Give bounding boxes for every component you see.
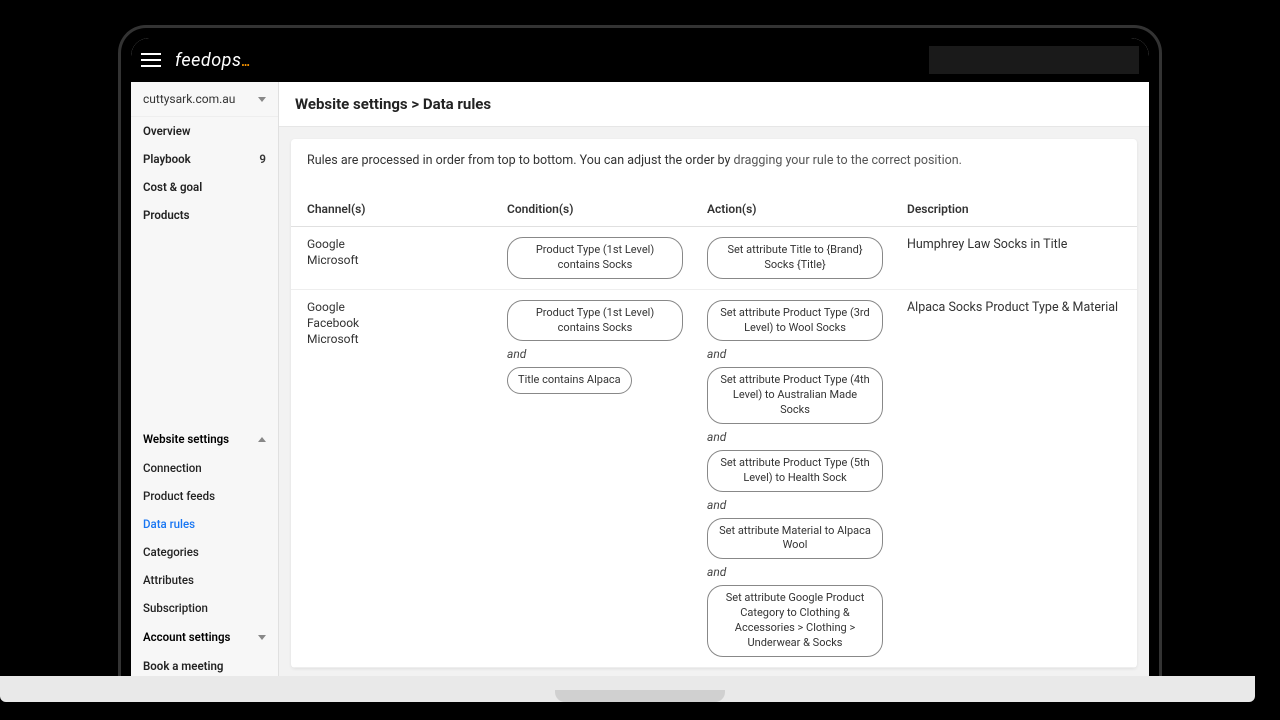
col-actions: Action(s) [707, 202, 907, 216]
topbar: feedops... [131, 38, 1149, 82]
page-title: Website settings > Data rules [295, 95, 1133, 113]
sidebar-item-attributes[interactable]: Attributes [131, 566, 278, 594]
action-chip[interactable]: Set attribute Product Type (4th Level) t… [707, 367, 883, 424]
hamburger-menu-icon[interactable] [141, 53, 161, 67]
table-row[interactable]: Google Microsoft Product Type (1st Level… [291, 227, 1137, 290]
description-cell: Humphrey Law Socks in Title [907, 237, 1137, 252]
conditions-cell: Product Type (1st Level) contains Socks … [507, 300, 707, 395]
conditions-cell: Product Type (1st Level) contains Socks [507, 237, 707, 279]
sidebar-item-playbook[interactable]: Playbook 9 [131, 145, 278, 173]
chevron-down-icon [258, 635, 266, 640]
site-selector[interactable]: cuttysark.com.au [131, 82, 278, 117]
condition-chip[interactable]: Product Type (1st Level) contains Socks [507, 300, 683, 342]
device-notch [555, 690, 725, 702]
actions-cell: Set attribute Product Type (3rd Level) t… [707, 300, 907, 657]
actions-cell: Set attribute Title to {Brand} Socks {Ti… [707, 237, 907, 279]
sidebar-item-connection[interactable]: Connection [131, 454, 278, 482]
playbook-badge: 9 [259, 152, 266, 166]
sidebar-item-overview[interactable]: Overview [131, 117, 278, 145]
rules-card: Rules are processed in order from top to… [291, 139, 1137, 668]
sidebar-item-cost-goal[interactable]: Cost & goal [131, 173, 278, 201]
chevron-up-icon [258, 437, 266, 442]
sidebar-item-products[interactable]: Products [131, 201, 278, 229]
page-header: Website settings > Data rules [279, 82, 1149, 127]
sidebar-item-subscription[interactable]: Subscription [131, 594, 278, 622]
action-chip[interactable]: Set attribute Google Product Category to… [707, 585, 883, 656]
action-chip[interactable]: Set attribute Product Type (3rd Level) t… [707, 300, 883, 342]
and-text: and [707, 565, 897, 579]
and-text: and [707, 498, 897, 512]
col-conditions: Condition(s) [507, 202, 707, 216]
content-area: Website settings > Data rules Rules are … [279, 82, 1149, 680]
logo: feedops... [175, 50, 249, 71]
action-chip[interactable]: Set attribute Title to {Brand} Socks {Ti… [707, 237, 883, 279]
sidebar-item-data-rules[interactable]: Data rules [131, 510, 278, 538]
sidebar-section-website-settings[interactable]: Website settings [131, 424, 278, 454]
channels-cell: Google Facebook Microsoft [307, 300, 507, 348]
sidebar-item-product-feeds[interactable]: Product feeds [131, 482, 278, 510]
condition-chip[interactable]: Product Type (1st Level) contains Socks [507, 237, 683, 279]
sidebar-section-account-settings[interactable]: Account settings [131, 622, 278, 652]
and-text: and [507, 347, 697, 361]
rules-table: Channel(s) Condition(s) Action(s) Descri… [291, 192, 1137, 668]
site-name: cuttysark.com.au [143, 92, 235, 106]
topbar-right-placeholder [929, 46, 1139, 74]
info-text: Rules are processed in order from top to… [291, 153, 1137, 192]
and-text: and [707, 347, 897, 361]
action-chip[interactable]: Set attribute Material to Alpaca Wool [707, 518, 883, 560]
chevron-down-icon [258, 97, 266, 102]
description-cell: Alpaca Socks Product Type & Material [907, 300, 1137, 315]
channels-cell: Google Microsoft [307, 237, 507, 269]
and-text: and [707, 430, 897, 444]
table-row[interactable]: Google Facebook Microsoft Product Type (… [291, 290, 1137, 668]
col-channels: Channel(s) [307, 202, 507, 216]
col-description: Description [907, 202, 1137, 216]
sidebar-item-categories[interactable]: Categories [131, 538, 278, 566]
sidebar: cuttysark.com.au Overview Playbook 9 Cos… [131, 82, 279, 680]
condition-chip[interactable]: Title contains Alpaca [507, 367, 632, 394]
action-chip[interactable]: Set attribute Product Type (5th Level) t… [707, 450, 883, 492]
table-header-row: Channel(s) Condition(s) Action(s) Descri… [291, 192, 1137, 227]
